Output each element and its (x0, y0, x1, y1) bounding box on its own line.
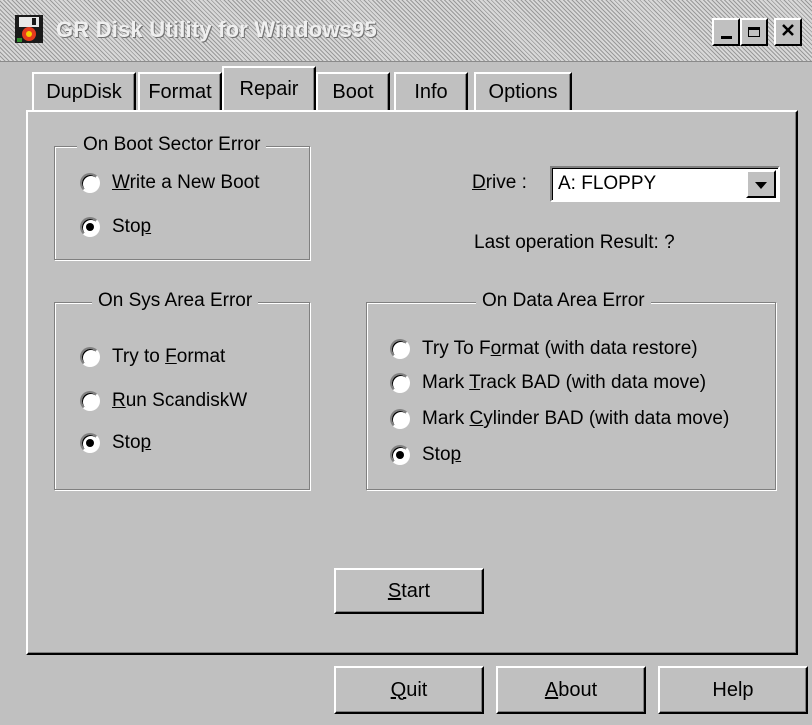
window-title: GR Disk Utility for Windows95 (56, 17, 377, 42)
radio-label: Run ScandiskW (112, 390, 248, 411)
radio-indicator (80, 391, 100, 411)
tab-label: Boot (332, 80, 374, 103)
help-button[interactable]: Help (658, 666, 808, 714)
radio-label: Write a New Boot (112, 172, 260, 193)
radio-label: Stop (112, 432, 152, 453)
tab-dupdisk[interactable]: DupDisk (32, 72, 136, 110)
sys-stop-radio[interactable]: Stop (80, 432, 151, 454)
radio-label: Mark Track BAD (with data move) (422, 372, 707, 393)
dropdown-arrow-icon (755, 173, 767, 195)
radio-label: Mark Cylinder BAD (with data move) (422, 408, 730, 429)
minimize-button[interactable] (712, 18, 740, 46)
sys-area-error-legend: On Sys Area Error (92, 290, 259, 312)
run-scandiskw-radio[interactable]: Run ScandiskW (80, 390, 247, 412)
radio-indicator (80, 173, 100, 193)
tab-label: Format (148, 80, 212, 103)
data-stop-radio[interactable]: Stop (390, 444, 461, 466)
button-label: Quit (390, 678, 428, 701)
mark-cylinder-bad-radio[interactable]: Mark Cylinder BAD (with data move) (390, 408, 729, 430)
button-label: Help (712, 678, 754, 701)
last-operation-result: Last operation Result: ? (474, 232, 675, 253)
mark-track-bad-radio[interactable]: Mark Track BAD (with data move) (390, 372, 706, 394)
radio-indicator (390, 409, 410, 429)
floppy-disk-icon[interactable] (14, 14, 44, 44)
close-button[interactable] (774, 18, 802, 46)
drive-label: Drive : (472, 172, 527, 193)
about-button[interactable]: About (496, 666, 646, 714)
tab-label: Options (488, 80, 558, 103)
radio-label: Try To Format (with data restore) (422, 338, 698, 359)
radio-indicator (80, 347, 100, 367)
radio-indicator (80, 433, 100, 453)
tab-repair[interactable]: Repair (222, 66, 316, 110)
tab-format[interactable]: Format (138, 72, 222, 110)
radio-label: Try to Format (112, 346, 226, 367)
tab-label: DupDisk (46, 80, 122, 103)
radio-label: Stop (422, 444, 462, 465)
radio-indicator (390, 339, 410, 359)
radio-label: Stop (112, 216, 152, 237)
tab-options[interactable]: Options (474, 72, 572, 110)
try-to-format-radio[interactable]: Try to Format (80, 346, 225, 368)
tab-info[interactable]: Info (394, 72, 468, 110)
button-label: Start (387, 579, 431, 602)
title-bar[interactable]: GR Disk Utility for Windows95 (0, 0, 812, 62)
write-new-boot-radio[interactable]: Write a New Boot (80, 172, 260, 194)
close-icon (781, 21, 795, 43)
boot-sector-error-group (54, 146, 310, 260)
radio-indicator (80, 217, 100, 237)
start-button[interactable]: Start (334, 568, 484, 614)
maximize-button[interactable] (740, 18, 768, 46)
tab-label: Repair (239, 77, 299, 100)
try-to-format-restore-radio[interactable]: Try To Format (with data restore) (390, 338, 698, 360)
button-label: About (544, 678, 598, 701)
drive-select[interactable]: A: FLOPPY (550, 166, 780, 202)
boot-stop-radio[interactable]: Stop (80, 216, 151, 238)
boot-sector-error-legend: On Boot Sector Error (77, 134, 267, 156)
quit-button[interactable]: Quit (334, 666, 484, 714)
radio-indicator (390, 373, 410, 393)
tab-boot[interactable]: Boot (316, 72, 390, 110)
maximize-icon (748, 27, 760, 37)
drive-select-value: A: FLOPPY (558, 173, 657, 194)
data-area-error-legend: On Data Area Error (476, 290, 651, 312)
minimize-icon (720, 35, 732, 39)
drive-dropdown-button[interactable] (746, 170, 776, 198)
radio-indicator (390, 445, 410, 465)
tab-label: Info (414, 80, 448, 103)
